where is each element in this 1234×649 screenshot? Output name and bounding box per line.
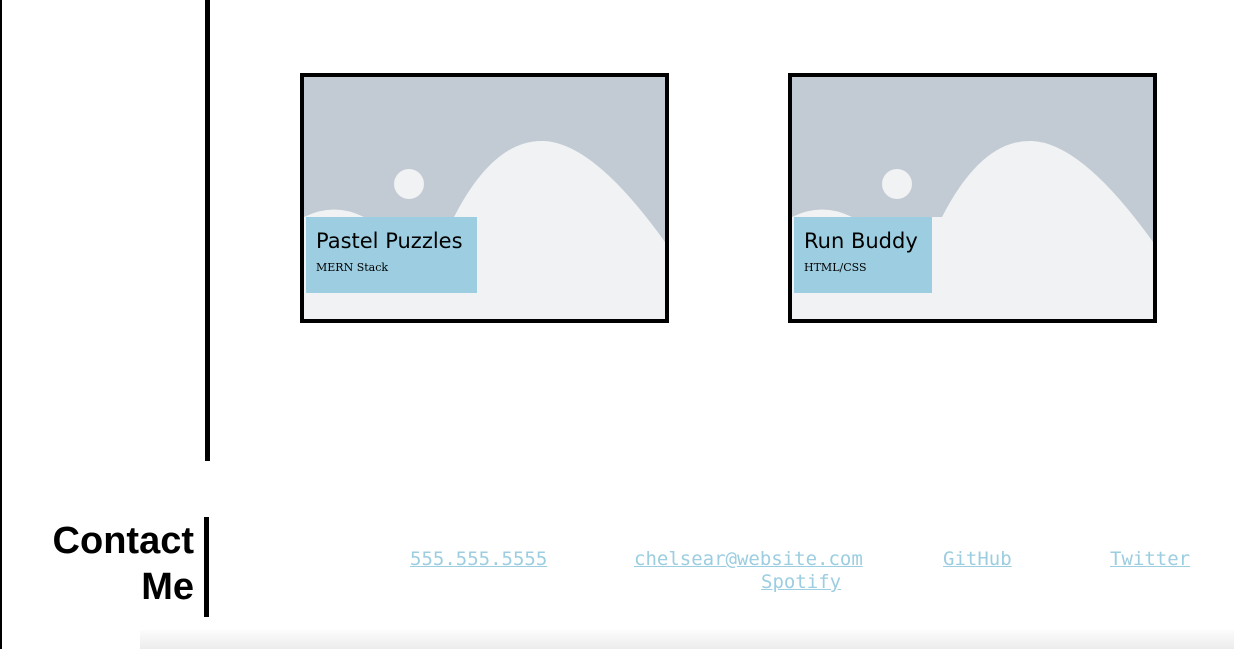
email-link[interactable]: chelsear@website.com: [634, 547, 863, 571]
bottom-shadow: [140, 630, 1234, 649]
project-title: Run Buddy: [804, 229, 918, 253]
twitter-link[interactable]: Twitter: [1110, 547, 1190, 571]
projects-section-divider: [205, 0, 210, 461]
contact-heading-line1: Contact: [52, 520, 194, 562]
project-stack: HTML/CSS: [804, 261, 867, 274]
contact-section-divider: [204, 517, 209, 617]
project-card-run-buddy[interactable]: Run Buddy HTML/CSS: [788, 73, 1157, 323]
contact-heading: Contact Me: [53, 518, 194, 610]
github-link[interactable]: GitHub: [943, 547, 1012, 571]
project-card-pastel-puzzles[interactable]: Pastel Puzzles MERN Stack: [300, 73, 669, 323]
project-title: Pastel Puzzles: [316, 229, 463, 253]
page-left-border: [0, 0, 2, 649]
contact-heading-line2: Me: [141, 566, 194, 608]
project-stack: MERN Stack: [316, 261, 389, 274]
project-caption: Run Buddy HTML/CSS: [794, 217, 932, 293]
phone-link[interactable]: 555.555.5555: [410, 547, 547, 571]
spotify-link[interactable]: Spotify: [761, 570, 841, 594]
project-caption: Pastel Puzzles MERN Stack: [306, 217, 477, 293]
